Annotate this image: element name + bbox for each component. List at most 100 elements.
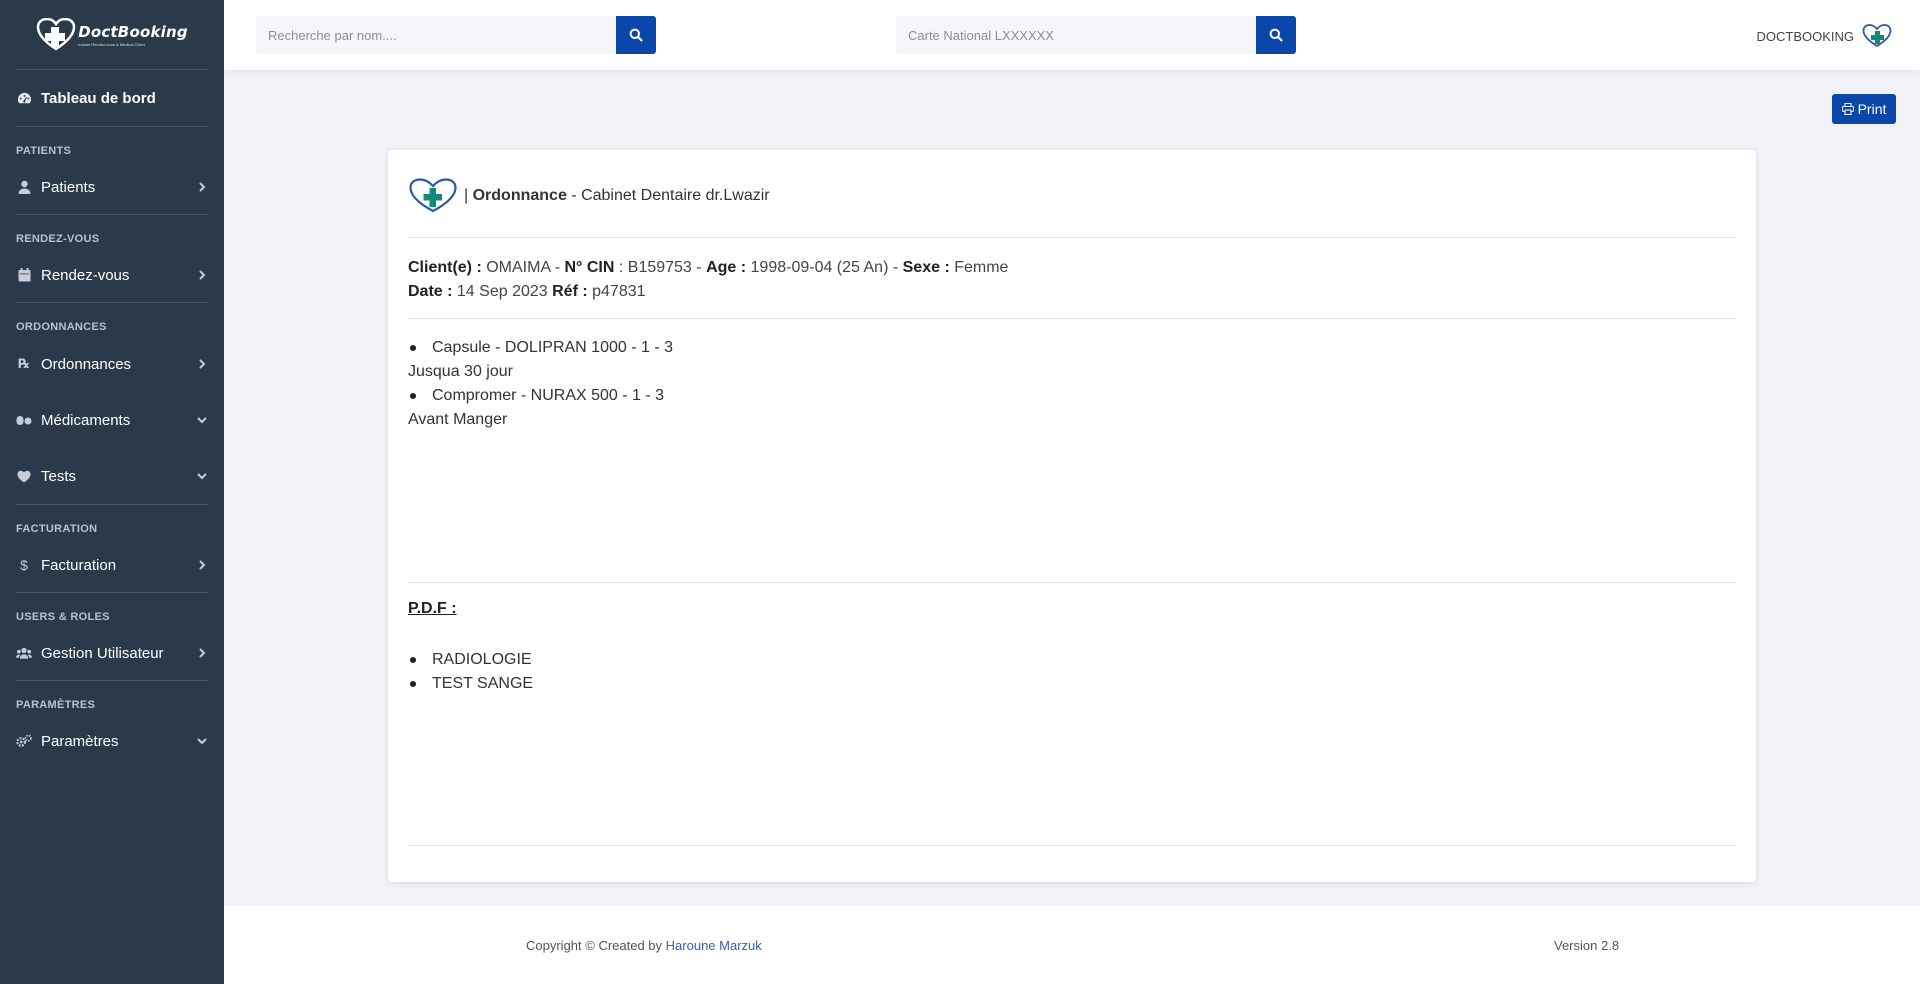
sidebar-item-dashboard[interactable]: Tableau de bord [0, 70, 224, 126]
search-cin-button[interactable] [1256, 16, 1296, 54]
sidebar-item-label: Gestion Utilisateur [41, 644, 164, 662]
list-item: Capsule - DOLIPRAN 1000 - 1 - 3 [408, 336, 673, 360]
sidebar-item-gestion-utilisateur[interactable]: Gestion Utilisateur [0, 626, 224, 680]
sidebar-item-facturation[interactable]: $ Facturation [0, 538, 224, 592]
medicament-line: Compromer - NURAX 500 - 1 - 3 [432, 387, 665, 404]
list-item: RADIOLOGIE [408, 648, 533, 672]
bullet [410, 657, 416, 663]
ordonnance-title: Ordonnance [472, 187, 567, 204]
divider [408, 237, 1736, 238]
sidebar-item-medicaments[interactable]: Médicaments [0, 392, 224, 448]
sidebar-item-parametres[interactable]: Paramètres [0, 714, 224, 768]
pdf-section-title: P.D.F : [408, 600, 457, 617]
pills-icon [16, 412, 32, 428]
section-heading-rdv: RENDEZ-VOUS [16, 233, 100, 245]
search-by-cin [896, 16, 1296, 54]
search-cin-input[interactable] [896, 16, 1256, 54]
sidebar-item-patients[interactable]: Patients [0, 160, 224, 214]
medicament-note: Avant Manger [408, 411, 508, 428]
bullet [410, 345, 416, 351]
title-separator: | [464, 187, 469, 204]
age-value: 1998-09-04 (25 An) - [750, 259, 899, 276]
bullet [410, 681, 416, 687]
list-item: Compromer - NURAX 500 - 1 - 3 [408, 384, 673, 408]
sexe-value: Femme [954, 259, 1009, 276]
sidebar-item-label: Médicaments [41, 411, 131, 429]
search-by-name [256, 16, 656, 54]
calendar-icon [16, 267, 32, 283]
chevron-down-icon [197, 417, 207, 424]
section-heading-users: USERS & ROLES [16, 611, 110, 623]
prescription-icon: ℞ [18, 356, 30, 371]
section-heading-patients: PATIENTS [16, 145, 72, 157]
section-heading-ordonnances: ORDONNANCES [16, 321, 107, 333]
bullet [410, 393, 416, 399]
search-icon [1269, 28, 1283, 42]
users-icon [16, 645, 32, 661]
medicament-line: Capsule - DOLIPRAN 1000 - 1 - 3 [432, 339, 673, 356]
sexe-label: Sexe : [902, 259, 950, 276]
heart-cross-avatar-icon [1862, 24, 1892, 48]
user-name: DOCTBOOKING [1756, 28, 1854, 44]
sidebar-item-tests[interactable]: Tests [0, 448, 224, 504]
ordonnance-card: | Ordonnance - Cabinet Dentaire dr.Lwazi… [388, 150, 1756, 882]
cin-label: N° CIN [564, 259, 615, 276]
sidebar-item-label: Patients [41, 178, 96, 196]
heart-icon [16, 468, 32, 484]
patient-info: Client(e) : OMAIMA - N° CIN : B159753 - … [408, 256, 1008, 304]
brand-logo: DoctBooking Instant Rendez-vous & Medica… [36, 17, 188, 52]
author-link[interactable]: Haroune Marzuk [666, 938, 762, 953]
sidebar-item-label: Paramètres [41, 732, 119, 750]
sidebar-item-label: Facturation [41, 556, 117, 574]
search-icon [629, 28, 643, 42]
list-item: TEST SANGE [408, 672, 533, 696]
brand[interactable]: DoctBooking Instant Rendez-vous & Medica… [16, 0, 208, 70]
search-name-button[interactable] [616, 16, 656, 54]
sidebar: DoctBooking Instant Rendez-vous & Medica… [0, 0, 224, 984]
divider [408, 582, 1736, 583]
version: Version 2.8 [1554, 938, 1620, 953]
topbar: DOCTBOOKING [224, 0, 1920, 70]
chevron-right-icon [199, 182, 206, 192]
sidebar-item-label: Tableau de bord [41, 89, 156, 107]
cin-value: : B159753 - [618, 259, 702, 276]
age-label: Age : [706, 259, 747, 276]
sidebar-item-label: Ordonnances [41, 355, 132, 373]
user-menu[interactable]: DOCTBOOKING [1756, 24, 1892, 48]
medicaments-list: Capsule - DOLIPRAN 1000 - 1 - 3 Jusqua 3… [408, 336, 673, 432]
chevron-down-icon [197, 738, 207, 745]
cabinet-name: - Cabinet Dentaire dr.Lwazir [571, 187, 770, 204]
sidebar-item-ordonnances[interactable]: ℞ Ordonnances [0, 336, 224, 392]
section-heading-facturation: FACTURATION [16, 523, 98, 535]
print-button[interactable]: Print [1832, 94, 1896, 124]
chevron-right-icon [199, 359, 206, 369]
section-heading-params: PARAMÈTRES [16, 699, 96, 711]
divider [408, 318, 1736, 319]
heart-cross-logo-icon [36, 17, 76, 50]
ref-value: p47831 [592, 283, 646, 300]
divider [408, 845, 1736, 846]
chevron-right-icon [199, 648, 206, 658]
date-line: Date : 14 Sep 2023 Réf : p47831 [408, 280, 1008, 304]
search-name-input[interactable] [256, 16, 616, 54]
dollar-icon: $ [20, 557, 28, 573]
client-value: OMAIMA - [486, 259, 561, 276]
brand-tagline: Instant Rendez-vous & Medical Client [78, 41, 145, 47]
client-label: Client(e) : [408, 259, 482, 276]
chevron-right-icon [199, 560, 206, 570]
ref-label: Réf : [552, 283, 588, 300]
medicament-note: Jusqua 30 jour [408, 363, 513, 380]
sidebar-item-label: Tests [41, 467, 77, 485]
dashboard-gauge-icon [16, 90, 32, 106]
date-label: Date : [408, 283, 453, 300]
gears-icon [16, 733, 32, 749]
footer: Copyright © Created by Haroune Marzuk Ve… [224, 906, 1920, 984]
copyright: Copyright © Created by Haroune Marzuk [526, 938, 762, 953]
sidebar-item-label: Rendez-vous [41, 266, 130, 284]
pdf-item: RADIOLOGIE [432, 651, 532, 668]
chevron-right-icon [199, 270, 206, 280]
print-label: Print [1857, 101, 1887, 117]
pdf-item: TEST SANGE [432, 675, 534, 692]
sidebar-item-rendez-vous[interactable]: Rendez-vous [0, 248, 224, 302]
heart-cross-logo-icon [409, 178, 457, 213]
